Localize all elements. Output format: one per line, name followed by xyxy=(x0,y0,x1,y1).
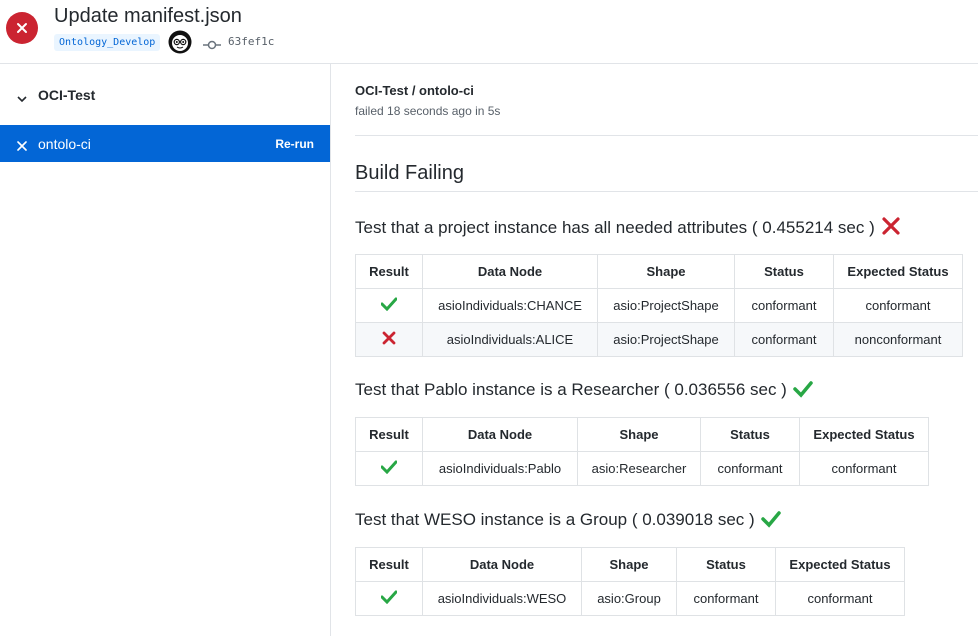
test-title: Test that Pablo instance is a Researcher… xyxy=(355,380,813,403)
data-node-cell: asioIndividuals:WESO xyxy=(422,581,582,616)
expected-status-cell: conformant xyxy=(833,288,963,323)
divider xyxy=(355,191,978,192)
column-header: Shape xyxy=(597,254,735,289)
job-log-panel: OCI-Test / ontolo-ci failed 18 seconds a… xyxy=(331,64,978,636)
results-table: Result Data Node Shape Status Expected S… xyxy=(355,417,929,486)
column-header: Shape xyxy=(577,417,701,452)
result-cell xyxy=(355,322,423,357)
table-row: asioIndividuals:CHANCE asio:ProjectShape… xyxy=(355,288,963,323)
pass-icon xyxy=(793,380,813,403)
commit-title: Update manifest.json xyxy=(54,5,242,27)
workflow-name: OCI-Test xyxy=(38,87,96,103)
column-header: Expected Status xyxy=(833,254,963,289)
author-avatar[interactable] xyxy=(168,30,192,54)
table-header-row: Result Data Node Shape Status Expected S… xyxy=(355,547,905,582)
test-title: Test that a project instance has all nee… xyxy=(355,216,901,241)
failed-status-icon xyxy=(6,12,38,44)
test-title-text: Test that WESO instance is a Group ( 0.0… xyxy=(355,510,755,529)
table-header-row: Result Data Node Shape Status Expected S… xyxy=(355,417,929,452)
pass-icon xyxy=(380,590,398,607)
table-row: asioIndividuals:ALICE asio:ProjectShape … xyxy=(355,322,963,357)
table-header-row: Result Data Node Shape Status Expected S… xyxy=(355,254,963,289)
shape-cell: asio:Researcher xyxy=(577,451,701,486)
column-header: Data Node xyxy=(422,547,582,582)
expected-status-cell: nonconformant xyxy=(833,322,963,357)
expected-status-cell: conformant xyxy=(799,451,929,486)
shape-cell: asio:ProjectShape xyxy=(597,288,735,323)
column-header: Status xyxy=(700,417,800,452)
rerun-button[interactable]: Re-run xyxy=(275,137,314,151)
status-cell: conformant xyxy=(700,451,800,486)
result-cell xyxy=(355,288,423,323)
git-commit-icon xyxy=(203,37,221,55)
run-header: Update manifest.json Ontology_Develop 63… xyxy=(0,0,978,64)
workflow-item[interactable]: OCI-Test xyxy=(0,77,330,113)
commit-sha[interactable]: 63fef1c xyxy=(228,35,274,48)
column-header: Result xyxy=(355,547,423,582)
job-name: ontolo-ci xyxy=(38,136,91,152)
expected-status-cell: conformant xyxy=(775,581,905,616)
column-header: Status xyxy=(734,254,834,289)
build-heading: Build Failing xyxy=(355,162,464,184)
column-header: Status xyxy=(676,547,776,582)
sidebar: OCI-Test ontolo-ci Re-run xyxy=(0,64,331,636)
status-cell: conformant xyxy=(734,288,834,323)
results-table: Result Data Node Shape Status Expected S… xyxy=(355,547,905,616)
fail-icon xyxy=(881,216,901,241)
test-title-text: Test that Pablo instance is a Researcher… xyxy=(355,380,787,399)
test-title: Test that WESO instance is a Group ( 0.0… xyxy=(355,510,781,533)
pass-icon xyxy=(760,510,781,533)
table-row: asioIndividuals:WESO asio:Group conforma… xyxy=(355,581,905,616)
result-cell xyxy=(355,581,423,616)
column-header: Expected Status xyxy=(775,547,905,582)
branch-badge[interactable]: Ontology_Develop xyxy=(54,34,161,51)
job-path: OCI-Test / ontolo-ci xyxy=(355,83,474,98)
results-table: Result Data Node Shape Status Expected S… xyxy=(355,254,963,357)
job-item-active[interactable]: ontolo-ci Re-run xyxy=(0,125,330,162)
job-meta: failed 18 seconds ago in 5s xyxy=(355,104,501,118)
column-header: Data Node xyxy=(422,254,598,289)
column-header: Shape xyxy=(581,547,677,582)
divider xyxy=(355,135,978,136)
result-cell xyxy=(355,451,423,486)
status-cell: conformant xyxy=(676,581,776,616)
failed-job-icon xyxy=(17,138,27,156)
chevron-down-icon[interactable] xyxy=(17,90,27,108)
column-header: Result xyxy=(355,417,423,452)
data-node-cell: asioIndividuals:ALICE xyxy=(422,322,598,357)
status-cell: conformant xyxy=(734,322,834,357)
fail-icon xyxy=(382,331,396,348)
column-header: Result xyxy=(355,254,423,289)
column-header: Data Node xyxy=(422,417,578,452)
shape-cell: asio:Group xyxy=(581,581,677,616)
pass-icon xyxy=(380,460,398,477)
pass-icon xyxy=(380,297,398,314)
test-title-text: Test that a project instance has all nee… xyxy=(355,218,875,237)
data-node-cell: asioIndividuals:CHANCE xyxy=(422,288,598,323)
data-node-cell: asioIndividuals:Pablo xyxy=(422,451,578,486)
shape-cell: asio:ProjectShape xyxy=(597,322,735,357)
column-header: Expected Status xyxy=(799,417,929,452)
table-row: asioIndividuals:Pablo asio:Researcher co… xyxy=(355,451,929,486)
